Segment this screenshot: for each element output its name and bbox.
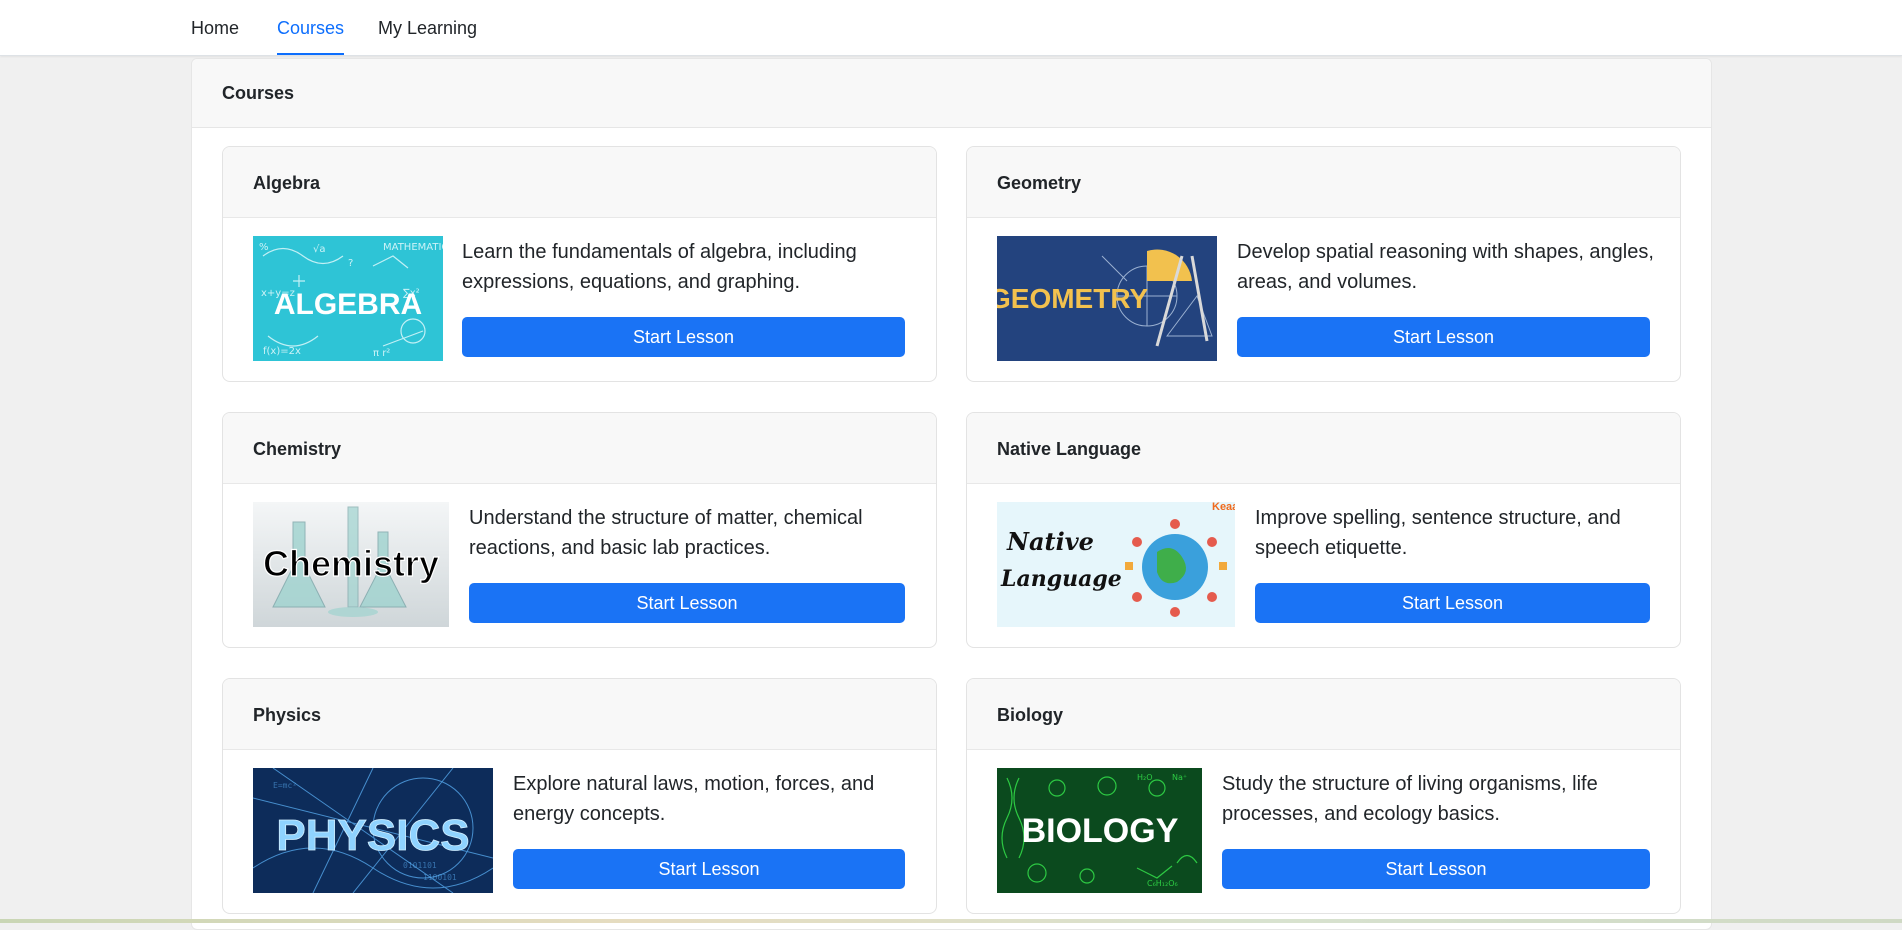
physics-image: 0101101 1100101 E=mc² PHYSICS [253, 768, 493, 893]
panel-header: Courses [192, 59, 1711, 128]
chemistry-image-text: Chemistry [263, 543, 439, 584]
course-card-geometry: Geometry GEOMETRY Develop spatial reason… [966, 146, 1681, 382]
course-title: Geometry [997, 173, 1082, 193]
svg-text:1100101: 1100101 [423, 873, 457, 882]
start-lesson-button[interactable]: Start Lesson [1237, 317, 1650, 357]
algebra-image: %√aMATHEMATICS x+y=z∑x²f(x)=2x π r²? ALG… [253, 236, 443, 361]
chemistry-image: Chemistry [253, 502, 449, 627]
course-card-chemistry: Chemistry Chemistry Understand the struc… [222, 412, 937, 648]
course-description: Study the structure of living organisms,… [1222, 773, 1598, 825]
course-card-native-language: Native Language Keaanu Native Language I… [966, 412, 1681, 648]
course-title: Physics [253, 705, 322, 725]
biology-image: Na⁺ H₂O C₆H₁₂O₆ BIOLOGY [997, 768, 1202, 893]
card-header: Physics [223, 679, 936, 750]
start-lesson-button[interactable]: Start Lesson [469, 583, 905, 623]
nav-tab-courses[interactable]: Courses [277, 0, 345, 55]
panel-title: Courses [222, 83, 295, 103]
geometry-image: GEOMETRY [997, 236, 1217, 361]
biology-image-text: BIOLOGY [1022, 812, 1179, 850]
svg-text:Language: Language [1000, 566, 1122, 592]
svg-text:H₂O: H₂O [1137, 773, 1153, 782]
card-header: Native Language [967, 413, 1680, 484]
svg-text:√a: √a [313, 244, 326, 255]
svg-text:π r²: π r² [373, 348, 390, 359]
top-navigation: Home Courses My Learning [0, 0, 1902, 56]
svg-text:C₆H₁₂O₆: C₆H₁₂O₆ [1147, 879, 1178, 888]
start-lesson-button[interactable]: Start Lesson [513, 849, 905, 889]
start-lesson-button[interactable]: Start Lesson [1222, 849, 1650, 889]
svg-text:?: ? [348, 258, 353, 269]
course-card-physics: Physics 0101101 1100101 E=mc² PHYSICS Expl… [222, 678, 937, 914]
svg-text:Keaanu: Keaanu [1212, 502, 1235, 513]
svg-text:MATHEMATICS: MATHEMATICS [383, 242, 443, 253]
card-header: Algebra [223, 147, 936, 218]
course-title: Chemistry [253, 439, 342, 459]
svg-text:0101101: 0101101 [403, 861, 437, 870]
course-description: Improve spelling, sentence structure, an… [1255, 507, 1621, 559]
card-header: Chemistry [223, 413, 936, 484]
svg-text:Native: Native [1006, 527, 1094, 556]
card-header: Geometry [967, 147, 1680, 218]
course-description: Understand the structure of matter, chem… [469, 507, 863, 559]
start-lesson-button[interactable]: Start Lesson [1255, 583, 1650, 623]
nav-tab-home[interactable]: Home [191, 0, 239, 55]
card-header: Biology [967, 679, 1680, 750]
course-description: Explore natural laws, motion, forces, an… [513, 773, 875, 825]
svg-text:Na⁺: Na⁺ [1172, 773, 1187, 782]
course-description: Learn the fundamentals of algebra, inclu… [462, 241, 857, 293]
svg-text:E=mc²: E=mc² [273, 781, 297, 790]
course-title: Algebra [253, 173, 321, 193]
svg-text:%: % [259, 242, 269, 253]
physics-image-text: PHYSICS [276, 811, 469, 860]
algebra-image-text: ALGEBRA [274, 288, 422, 321]
svg-text:f(x)=2x: f(x)=2x [263, 346, 301, 357]
start-lesson-button[interactable]: Start Lesson [462, 317, 905, 357]
native-language-image: Keaanu Native Language [997, 502, 1235, 627]
courses-panel: Courses Algebra %√aMATHEMATICS x+y=z∑x²f [191, 58, 1712, 930]
course-title: Biology [997, 705, 1063, 725]
course-card-algebra: Algebra %√aMATHEMATICS x+y=z∑x²f(x)=2x π… [222, 146, 937, 382]
bottom-edge-strip [0, 919, 1902, 923]
course-description: Develop spatial reasoning with shapes, a… [1237, 241, 1654, 293]
course-card-biology: Biology Na⁺ H₂O C₆H₁₂O₆ BIOLOGY Study the … [966, 678, 1681, 914]
course-title: Native Language [997, 439, 1142, 459]
geometry-image-text: GEOMETRY [997, 283, 1149, 314]
nav-tab-my-learning[interactable]: My Learning [378, 0, 477, 55]
